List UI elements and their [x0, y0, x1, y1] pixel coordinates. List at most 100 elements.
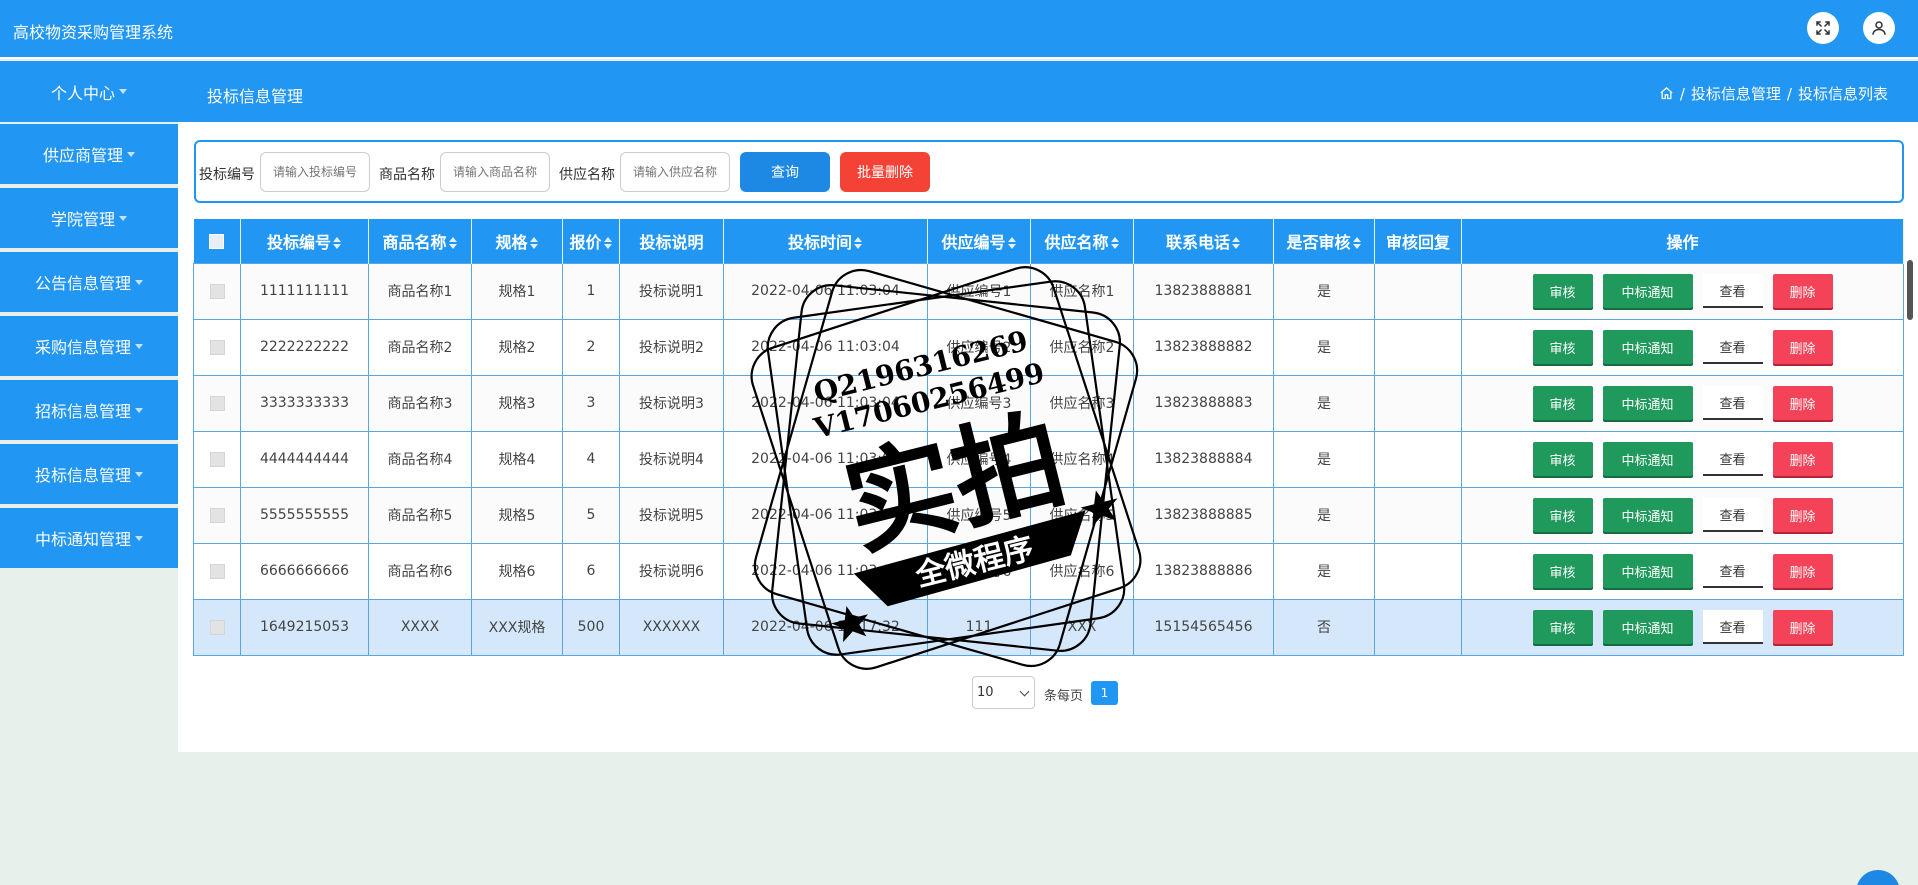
page-button-current[interactable]: 1 — [1091, 681, 1118, 705]
cell-select[interactable] — [193, 486, 241, 544]
menu-personal-center[interactable]: 个人中心 — [0, 61, 178, 122]
award-notice-button[interactable]: 中标通知 — [1602, 442, 1693, 476]
sort-icon[interactable] — [448, 237, 458, 250]
cell-spec: 规格1 — [471, 262, 563, 320]
batch-delete-button[interactable]: 批量删除 — [840, 152, 930, 192]
column-header-supplier-no[interactable]: 供应编号 — [927, 219, 1031, 263]
table-row[interactable]: 4444444444 商品名称4 规格4 4 投标说明4 2022-04-06 11:03… — [193, 430, 1904, 488]
product-name-input[interactable] — [440, 152, 550, 192]
select-all-checkbox[interactable] — [209, 234, 225, 250]
fullscreen-button[interactable] — [1807, 12, 1839, 44]
scrollbar-thumb[interactable] — [1907, 260, 1913, 320]
column-header-supplier[interactable]: 供应名称 — [1030, 219, 1134, 263]
award-notice-button[interactable]: 中标通知 — [1602, 610, 1693, 644]
cell-phone: 13823888883 — [1133, 374, 1274, 432]
review-button[interactable]: 审核 — [1532, 554, 1593, 588]
review-button[interactable]: 审核 — [1532, 386, 1593, 420]
view-button[interactable]: 查看 — [1702, 442, 1763, 476]
sort-icon[interactable] — [1110, 237, 1120, 250]
table-row[interactable]: 5555555555 商品名称5 规格5 5 投标说明5 2022-04-06 11:03… — [193, 486, 1904, 544]
row-checkbox[interactable] — [209, 339, 225, 355]
row-checkbox[interactable] — [209, 451, 225, 467]
column-header-label: 投标说明 — [639, 232, 704, 252]
column-header-price[interactable]: 报价 — [562, 219, 620, 263]
column-header-bid-no[interactable]: 投标编号 — [240, 219, 369, 263]
sidebar-item-procurement[interactable]: 采购信息管理 — [0, 316, 178, 376]
table-row[interactable]: 2222222222 商品名称2 规格2 2 投标说明2 2022-04-06 11:03… — [193, 318, 1904, 376]
view-button[interactable]: 查看 — [1702, 274, 1763, 308]
cell-price: 3 — [562, 374, 620, 432]
view-button[interactable]: 查看 — [1702, 498, 1763, 532]
query-button[interactable]: 查询 — [740, 152, 830, 192]
cell-select[interactable] — [193, 262, 241, 320]
column-header-phone[interactable]: 联系电话 — [1133, 219, 1274, 263]
sort-icon[interactable] — [1352, 237, 1362, 250]
review-button[interactable]: 审核 — [1532, 274, 1593, 308]
delete-button[interactable]: 删除 — [1772, 274, 1833, 308]
per-page-label: 条每页 — [1044, 689, 1084, 704]
delete-button[interactable]: 删除 — [1772, 386, 1833, 420]
table-row[interactable]: 1111111111 商品名称1 规格1 1 投标说明1 2022-04-06 11:03… — [193, 262, 1904, 320]
view-button[interactable]: 查看 — [1702, 330, 1763, 364]
cell-phone: 13823888885 — [1133, 486, 1274, 544]
award-notice-button[interactable]: 中标通知 — [1602, 498, 1693, 532]
cell-actions: 审核 中标通知 查看 删除 — [1461, 598, 1904, 656]
award-notice-button[interactable]: 中标通知 — [1602, 386, 1693, 420]
sidebar-item-tender[interactable]: 招标信息管理 — [0, 380, 178, 440]
column-header-reviewed[interactable]: 是否审核 — [1273, 219, 1375, 263]
supplier-name-input[interactable] — [620, 152, 730, 192]
cell-select[interactable] — [193, 318, 241, 376]
column-header-time[interactable]: 投标时间 — [723, 219, 928, 263]
row-checkbox[interactable] — [209, 395, 225, 411]
bid-no-input[interactable] — [260, 152, 370, 192]
view-button[interactable]: 查看 — [1702, 554, 1763, 588]
cell-spec: 规格4 — [471, 430, 563, 488]
review-button[interactable]: 审核 — [1532, 442, 1593, 476]
floating-action-button[interactable] — [1856, 870, 1900, 885]
table-row[interactable]: 1649215053 XXXX XXX规格 500 XXXXXX 2022-04-06 1… — [193, 598, 1904, 656]
delete-button[interactable]: 删除 — [1772, 498, 1833, 532]
table-row[interactable]: 3333333333 商品名称3 规格3 3 投标说明3 2022-04-06 11:03… — [193, 374, 1904, 432]
cell-select[interactable] — [193, 598, 241, 656]
sidebar-item-award-notice[interactable]: 中标通知管理 — [0, 508, 178, 568]
sort-icon[interactable] — [333, 237, 342, 250]
user-button[interactable] — [1863, 12, 1895, 44]
row-checkbox[interactable] — [209, 619, 225, 635]
row-checkbox[interactable] — [209, 283, 225, 299]
column-header-spec[interactable]: 规格 — [471, 219, 563, 263]
column-header-product[interactable]: 商品名称 — [368, 219, 472, 263]
sidebar-item-supplier[interactable]: 供应商管理 — [0, 124, 178, 184]
sort-icon[interactable] — [529, 237, 539, 250]
view-button[interactable]: 查看 — [1702, 386, 1763, 420]
cell-phone: 13823888886 — [1133, 542, 1274, 600]
cell-select[interactable] — [193, 430, 241, 488]
cell-select[interactable] — [193, 542, 241, 600]
review-button[interactable]: 审核 — [1532, 610, 1593, 644]
delete-button[interactable]: 删除 — [1772, 610, 1833, 644]
sidebar-item-announcement[interactable]: 公告信息管理 — [0, 252, 178, 312]
home-icon[interactable] — [1659, 86, 1674, 101]
bid-no-label: 投标编号 — [199, 167, 255, 183]
table-row[interactable]: 6666666666 商品名称6 规格6 6 投标说明6 2022-04-06 11:03… — [193, 542, 1904, 600]
select-all-header[interactable] — [193, 219, 241, 263]
row-checkbox[interactable] — [209, 563, 225, 579]
sort-icon[interactable] — [1232, 237, 1241, 250]
sort-icon[interactable] — [603, 237, 613, 250]
page-size-select[interactable]: 10 — [972, 676, 1035, 709]
award-notice-button[interactable]: 中标通知 — [1602, 330, 1693, 364]
review-button[interactable]: 审核 — [1532, 498, 1593, 532]
cell-select[interactable] — [193, 374, 241, 432]
review-button[interactable]: 审核 — [1532, 330, 1593, 364]
delete-button[interactable]: 删除 — [1772, 330, 1833, 364]
sort-icon[interactable] — [1007, 237, 1017, 250]
delete-button[interactable]: 删除 — [1772, 442, 1833, 476]
sidebar-item-college[interactable]: 学院管理 — [0, 188, 178, 248]
award-notice-button[interactable]: 中标通知 — [1602, 274, 1693, 308]
breadcrumb-item-bid-management[interactable]: 投标信息管理 — [1691, 83, 1781, 104]
row-checkbox[interactable] — [209, 507, 225, 523]
sidebar-item-bid[interactable]: 投标信息管理 — [0, 444, 178, 504]
sort-icon[interactable] — [854, 237, 863, 250]
view-button[interactable]: 查看 — [1702, 610, 1763, 644]
award-notice-button[interactable]: 中标通知 — [1602, 554, 1693, 588]
delete-button[interactable]: 删除 — [1772, 554, 1833, 588]
